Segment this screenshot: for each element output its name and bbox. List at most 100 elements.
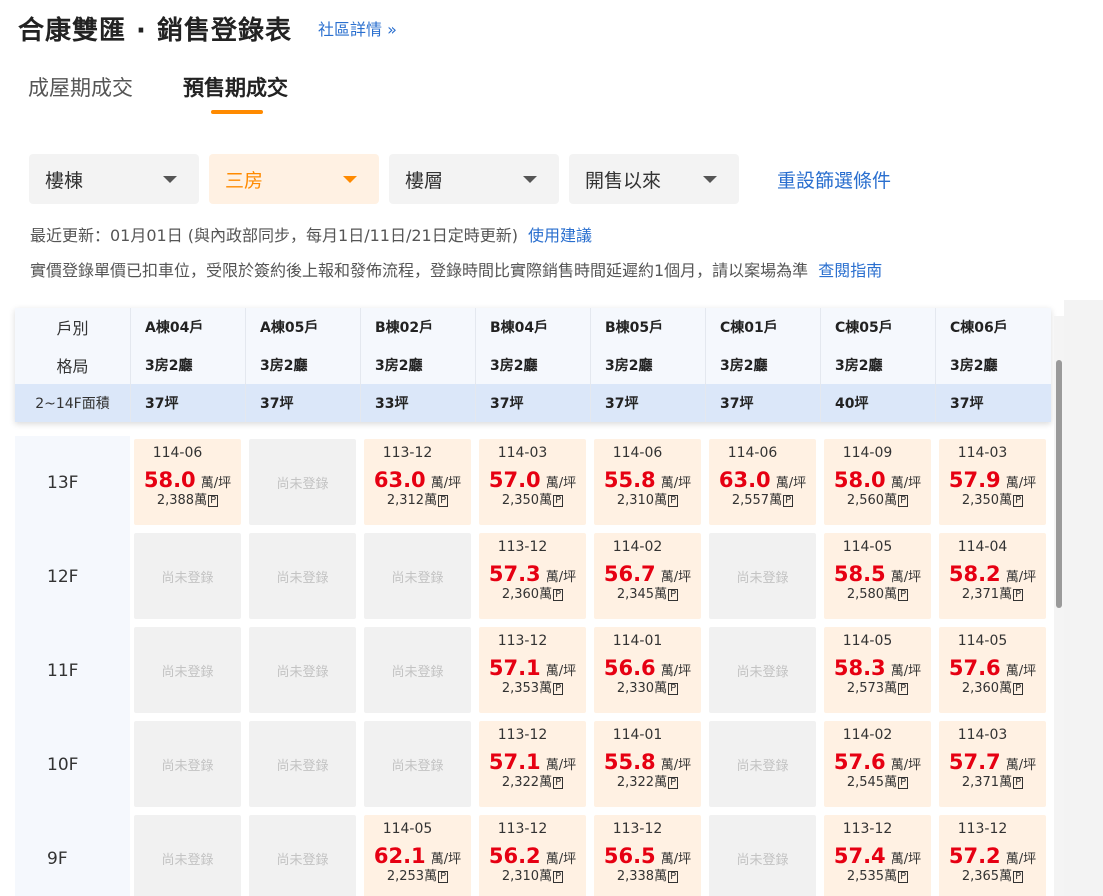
area-cell: 37坪	[590, 384, 705, 422]
transaction-card[interactable]: 114-05 58.3 萬/坪 2,573萬 P	[824, 627, 931, 713]
transaction-card[interactable]: 114-09 58.0 萬/坪 2,560萬 P	[824, 439, 931, 525]
scrollbar-thumb[interactable]	[1056, 360, 1062, 608]
unit-slot: 尚未登錄	[245, 812, 360, 896]
total-price-line: 2,310萬 P	[479, 869, 586, 885]
parking-icon: P	[898, 777, 909, 789]
unregistered-card: 尚未登錄	[134, 815, 241, 896]
total-price: 2,310	[501, 869, 540, 884]
unit-price-line: 58.2 萬/坪	[939, 561, 1046, 587]
price-unit: 萬/坪	[890, 852, 922, 867]
transaction-card[interactable]: 114-03 57.9 萬/坪 2,350萬 P	[939, 439, 1046, 525]
transaction-date: 113-12	[612, 821, 663, 837]
unit-price: 57.6	[833, 750, 886, 774]
total-price-line: 2,535萬 P	[824, 869, 931, 885]
total-price-line: 2,338萬 P	[594, 869, 701, 885]
unit-slot: 114-05 58.3 萬/坪 2,573萬 P	[820, 624, 935, 718]
floor-row: 9F 尚未登錄 尚未登錄 114-05 62.1 萬/坪 2,253萬 P 113-12 56.…	[15, 812, 1051, 896]
layout-cell: 3房2廳	[705, 346, 820, 384]
total-unit: 萬	[654, 869, 668, 884]
transaction-card[interactable]: 114-05 57.6 萬/坪 2,360萬 P	[939, 627, 1046, 713]
transaction-card[interactable]: 113-12 57.3 萬/坪 2,360萬 P	[479, 533, 586, 619]
price-unit: 萬/坪	[1005, 570, 1037, 585]
transaction-card[interactable]: 114-05 62.1 萬/坪 2,253萬 P	[364, 815, 471, 896]
floor-row: 11F 尚未登錄 尚未登錄 尚未登錄 113-12 57.1 萬/坪 2,353萬 P 114-…	[15, 624, 1051, 718]
transaction-card[interactable]: 113-12 56.2 萬/坪 2,310萬 P	[479, 815, 586, 896]
unit-price-line: 57.6 萬/坪	[939, 655, 1046, 681]
transaction-card[interactable]: 113-12 63.0 萬/坪 2,312萬 P	[364, 439, 471, 525]
transaction-card[interactable]: 114-05 58.5 萬/坪 2,580萬 P	[824, 533, 931, 619]
total-price: 2,322	[501, 775, 540, 790]
period-dropdown[interactable]: 開售以來	[569, 154, 739, 204]
unit-slot: 尚未登錄	[705, 812, 820, 896]
price-unit: 萬/坪	[890, 664, 922, 679]
total-unit: 萬	[999, 869, 1013, 884]
unregistered-card: 尚未登錄	[134, 627, 241, 713]
unit-price: 55.8	[603, 750, 656, 774]
transaction-card[interactable]: 114-03 57.0 萬/坪 2,350萬 P	[479, 439, 586, 525]
transaction-card[interactable]: 114-02 56.7 萬/坪 2,345萬 P	[594, 533, 701, 619]
total-price: 2,330	[616, 681, 655, 696]
parking-icon: P	[1013, 683, 1024, 695]
unit-slot: 114-05 57.6 萬/坪 2,360萬 P	[935, 624, 1050, 718]
unit-slot: 尚未登錄	[705, 530, 820, 624]
caret-down-icon	[343, 176, 357, 183]
unit-slot: 114-02 56.7 萬/坪 2,345萬 P	[590, 530, 705, 624]
unit-price-line: 57.1 萬/坪	[479, 655, 586, 681]
transaction-card[interactable]: 114-06 58.0 萬/坪 2,388萬 P	[134, 439, 241, 525]
transaction-card[interactable]: 113-12 57.1 萬/坪 2,353萬 P	[479, 627, 586, 713]
floor-label: 11F	[15, 624, 130, 718]
room-type-dropdown[interactable]: 三房	[209, 154, 379, 204]
total-unit: 萬	[999, 587, 1013, 602]
transaction-date: 114-06	[727, 445, 778, 461]
transaction-card[interactable]: 113-12 57.1 萬/坪 2,322萬 P	[479, 721, 586, 807]
unit-price-line: 55.8 萬/坪	[594, 749, 701, 775]
floor-dropdown[interactable]: 樓層	[389, 154, 559, 204]
transaction-date: 114-06	[612, 445, 663, 461]
floor-label: 13F	[15, 436, 130, 530]
parking-icon: P	[553, 683, 564, 695]
transaction-card[interactable]: 114-02 57.6 萬/坪 2,545萬 P	[824, 721, 931, 807]
parking-icon: P	[438, 495, 449, 507]
transaction-card[interactable]: 114-01 56.6 萬/坪 2,330萬 P	[594, 627, 701, 713]
unit-slot: 尚未登錄	[245, 718, 360, 812]
area-cell: 37坪	[245, 384, 360, 422]
unit-cell: C棟05戶	[820, 308, 935, 346]
usage-suggestion-link[interactable]: 使用建議	[528, 226, 592, 245]
unregistered-card: 尚未登錄	[134, 533, 241, 619]
transaction-card[interactable]: 114-06 55.8 萬/坪 2,310萬 P	[594, 439, 701, 525]
row-label-area: 2~14F面積	[35, 396, 110, 412]
reset-filters-link[interactable]: 重設篩選條件	[777, 166, 891, 193]
transaction-card[interactable]: 114-03 57.7 萬/坪 2,371萬 P	[939, 721, 1046, 807]
tab-bar: 成屋期成交 預售期成交	[28, 72, 338, 116]
tab-presale-sales[interactable]: 預售期成交	[183, 72, 288, 116]
tab-completed-sales[interactable]: 成屋期成交	[28, 72, 133, 116]
caret-down-icon	[523, 176, 537, 183]
transaction-date: 114-04	[957, 539, 1008, 555]
price-unit: 萬/坪	[660, 570, 692, 585]
parking-icon: P	[898, 871, 909, 883]
unit-slot: 尚未登錄	[245, 530, 360, 624]
total-price-line: 2,322萬 P	[594, 775, 701, 791]
building-dropdown[interactable]: 樓棟	[29, 154, 199, 204]
unit-row: 戶別 A棟04戶 A棟05戶 B棟02戶 B棟04戶 B棟05戶 C棟01戶 C…	[15, 308, 1051, 346]
guide-link[interactable]: 查閱指南	[818, 261, 882, 280]
unit-slot: 113-12 56.2 萬/坪 2,310萬 P	[475, 812, 590, 896]
transaction-card[interactable]: 113-12 57.4 萬/坪 2,535萬 P	[824, 815, 931, 896]
unit-slot: 114-03 57.7 萬/坪 2,371萬 P	[935, 718, 1050, 812]
total-price-line: 2,371萬 P	[939, 587, 1046, 603]
transaction-card[interactable]: 114-04 58.2 萬/坪 2,371萬 P	[939, 533, 1046, 619]
total-price-line: 2,557萬 P	[709, 493, 816, 509]
transaction-card[interactable]: 113-12 56.5 萬/坪 2,338萬 P	[594, 815, 701, 896]
transaction-card[interactable]: 114-01 55.8 萬/坪 2,322萬 P	[594, 721, 701, 807]
total-price: 2,350	[961, 493, 1000, 508]
transaction-card[interactable]: 113-12 57.2 萬/坪 2,365萬 P	[939, 815, 1046, 896]
price-unit: 萬/坪	[200, 476, 232, 491]
unit-price-line: 57.9 萬/坪	[939, 467, 1046, 493]
total-unit: 萬	[999, 775, 1013, 790]
transaction-card[interactable]: 114-06 63.0 萬/坪 2,557萬 P	[709, 439, 816, 525]
transaction-date: 114-05	[382, 821, 433, 837]
transaction-date: 114-01	[612, 727, 663, 743]
unit-slot: 尚未登錄	[130, 718, 245, 812]
community-details-link[interactable]: 社區詳情 »	[318, 16, 397, 40]
parking-icon: P	[668, 589, 679, 601]
